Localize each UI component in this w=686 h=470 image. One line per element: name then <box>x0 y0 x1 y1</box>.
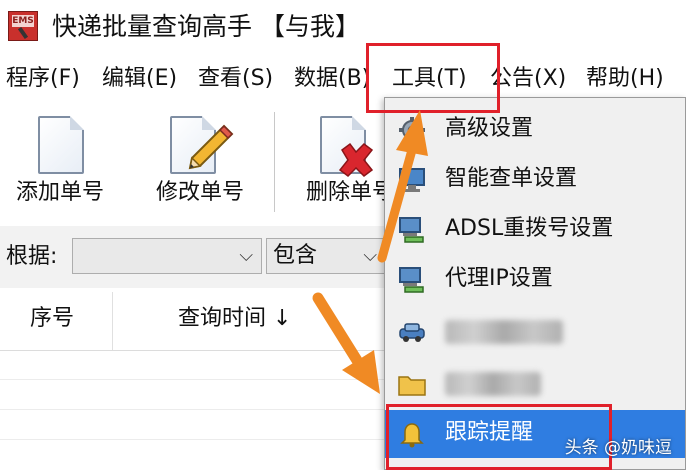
menu-item-advanced-settings[interactable]: 高级设置 <box>385 106 685 154</box>
menu-help[interactable]: 帮助(H) <box>586 64 664 94</box>
pencil-icon <box>188 124 234 170</box>
filter-label: 根据: <box>6 244 58 269</box>
chevron-down-icon: ⌵ <box>239 245 253 266</box>
bell-icon <box>400 423 424 448</box>
column-header-index[interactable]: 序号 <box>30 304 74 334</box>
monitor-icon <box>399 168 425 192</box>
menu-item-blurred-2[interactable] <box>385 360 685 408</box>
menu-data[interactable]: 数据(B) <box>294 64 370 94</box>
add-number-label: 添加单号 <box>15 180 104 205</box>
menu-item-label: ADSL重拨号设置 <box>445 216 614 241</box>
window-title: 快递批量查询高手 【与我】 <box>52 12 360 41</box>
add-number-button[interactable]: 添加单号 <box>0 108 120 216</box>
title-bar: EMS 快递批量查询高手 【与我】 <box>0 0 686 56</box>
blurred-label <box>445 372 541 396</box>
toolbar-separator <box>274 112 275 212</box>
menu-program[interactable]: 程序(F) <box>6 64 80 94</box>
app-logo-icon: EMS <box>8 11 38 41</box>
watermark: 头条 @奶味逗 <box>564 438 672 458</box>
filter-match-select[interactable]: 包含 ⌵ <box>266 238 386 274</box>
gear-icon <box>399 117 425 143</box>
menu-item-label: 高级设置 <box>445 116 534 141</box>
folder-icon <box>398 376 426 396</box>
menu-view[interactable]: 查看(S) <box>198 64 273 94</box>
menu-item-label: 智能查单设置 <box>445 166 578 191</box>
car-icon <box>399 323 425 342</box>
menu-item-adsl-redial-settings[interactable]: ADSL重拨号设置 <box>385 206 685 254</box>
menu-announcement[interactable]: 公告(X) <box>490 64 566 94</box>
chevron-down-icon: ⌵ <box>363 245 377 266</box>
network-computer-icon <box>399 217 424 243</box>
menu-item-blurred-1[interactable] <box>385 308 685 356</box>
menu-tools[interactable]: 工具(T) <box>392 64 467 94</box>
delete-x-icon <box>338 142 374 177</box>
menu-item-label: 代理IP设置 <box>445 266 553 291</box>
column-header-query-time[interactable]: 查询时间 ↓ <box>178 304 291 334</box>
menu-item-smart-query-settings[interactable]: 智能查单设置 <box>385 156 685 204</box>
app-window: EMS 快递批量查询高手 【与我】 程序(F) 编辑(E) 查看(S) 数据(B… <box>0 0 686 470</box>
menu-edit[interactable]: 编辑(E) <box>102 64 177 94</box>
edit-number-label: 修改单号 <box>155 180 244 205</box>
filter-match-value: 包含 <box>273 243 318 268</box>
edit-number-button[interactable]: 修改单号 <box>140 108 260 216</box>
menu-item-proxy-ip-settings[interactable]: 代理IP设置 <box>385 256 685 304</box>
document-icon <box>38 116 84 174</box>
network-computer-icon <box>399 267 424 293</box>
blurred-label <box>445 320 563 344</box>
filter-field-select[interactable]: ⌵ <box>72 238 262 274</box>
tools-menu: 高级设置 智能查单设置 ADSL重拨号设置 代理IP设置 跟踪提醒 <box>384 97 686 470</box>
menu-item-label: 跟踪提醒 <box>445 420 534 445</box>
